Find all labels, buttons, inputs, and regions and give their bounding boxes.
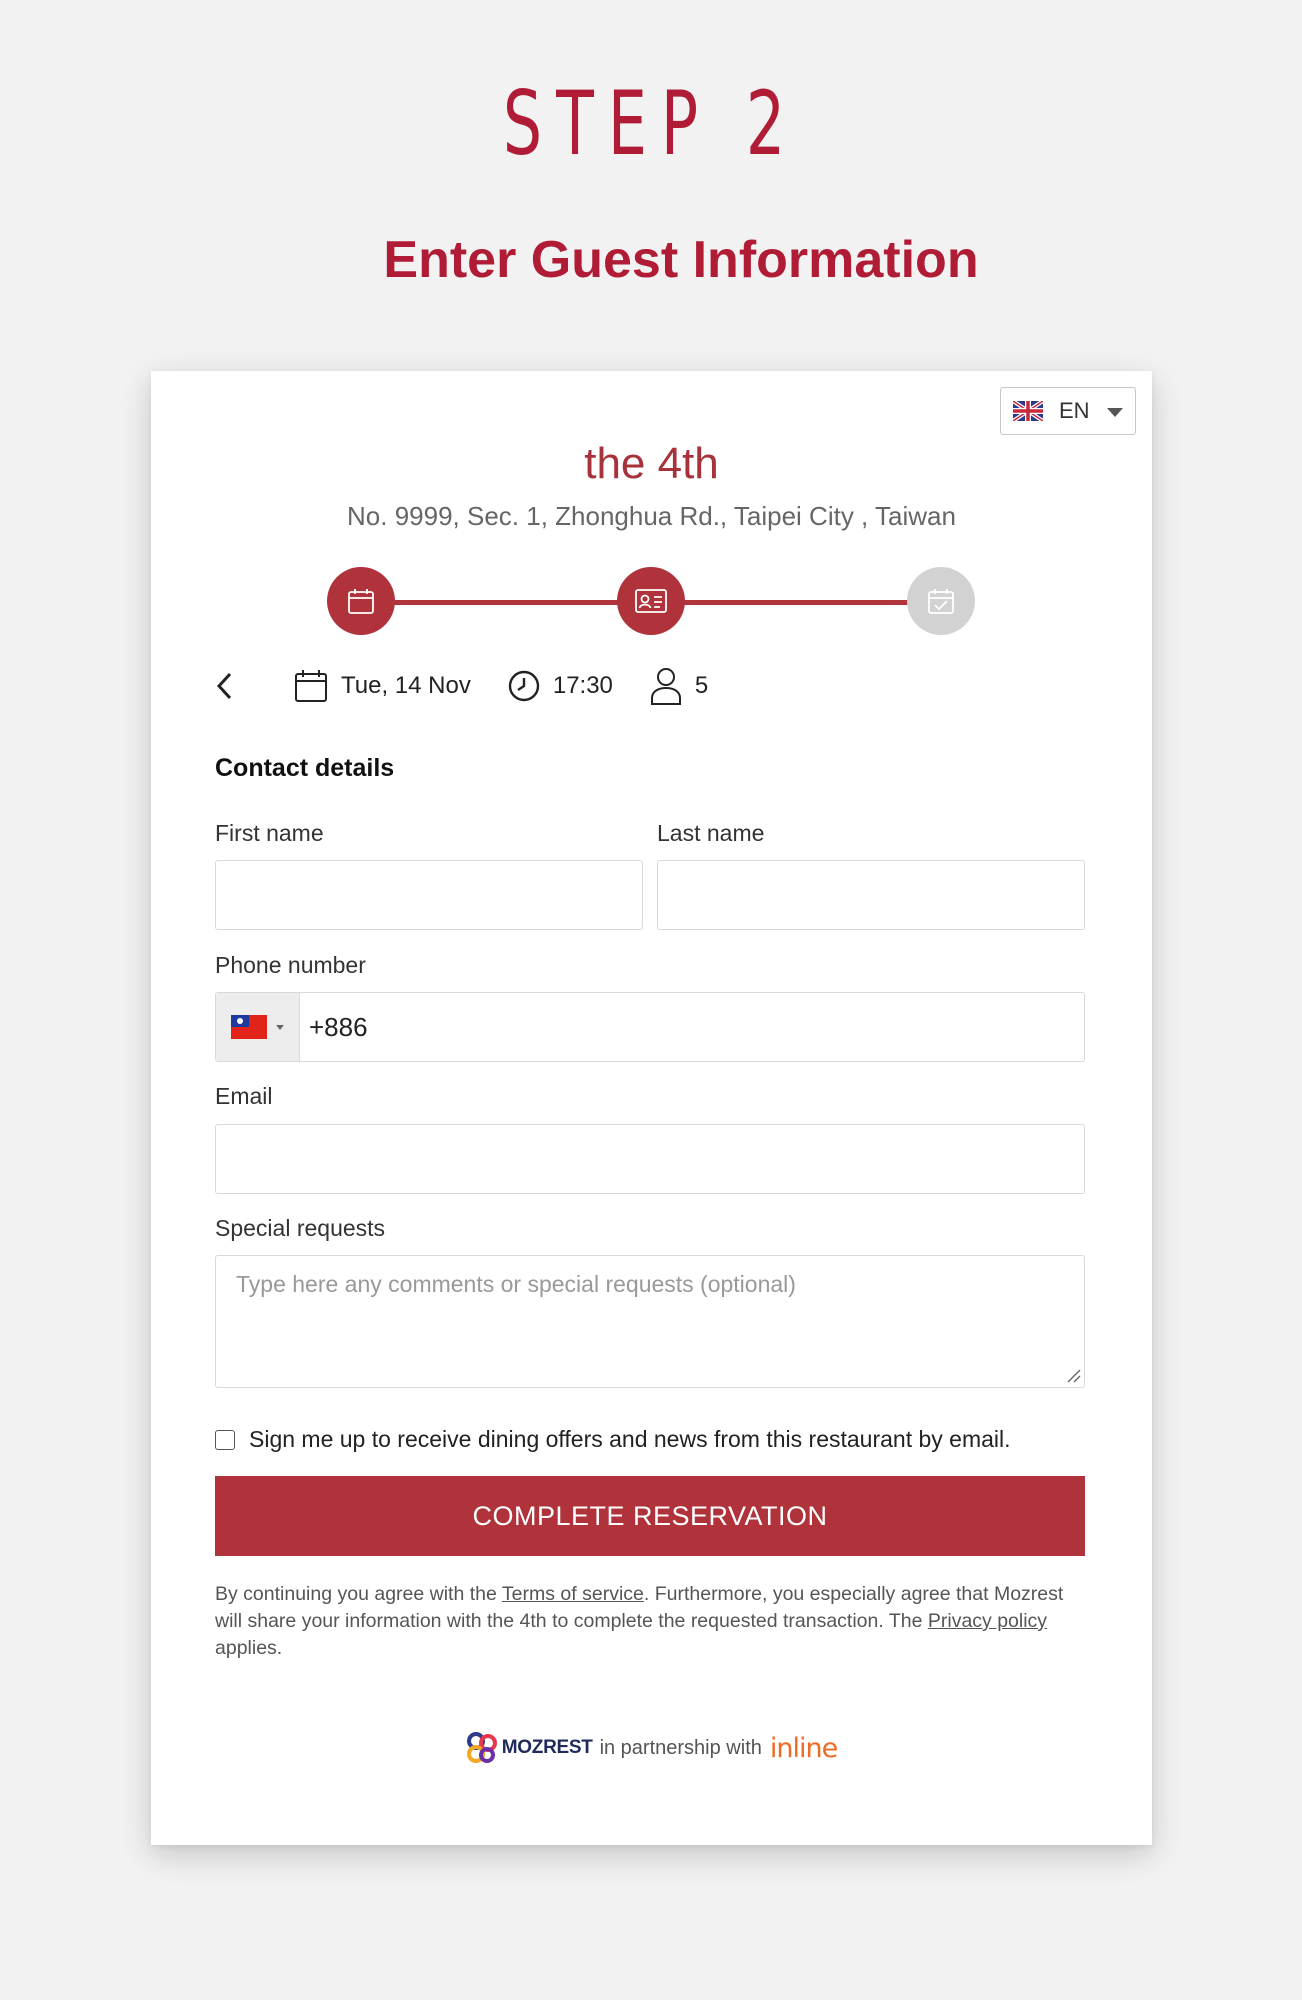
legal-text-1: By continuing you agree with the — [215, 1583, 502, 1605]
progress-connector — [393, 600, 619, 605]
clock-icon — [508, 670, 540, 702]
inline-brand: inline — [769, 1732, 838, 1764]
first-name-label: First name — [215, 820, 324, 846]
booking-date-text: Tue, 14 Nov — [341, 672, 471, 699]
last-name-label: Last name — [657, 820, 765, 846]
booking-summary: Tue, 14 Nov 17:30 5 — [215, 661, 815, 711]
mozrest-logo-icon — [466, 1732, 497, 1763]
chevron-left-icon — [216, 672, 232, 700]
email-input[interactable] — [215, 1124, 1085, 1194]
calendar-check-icon — [928, 589, 954, 614]
chevron-down-icon — [1107, 408, 1123, 417]
progress-step-guest-info[interactable] — [617, 567, 685, 635]
special-requests-input[interactable] — [215, 1255, 1085, 1388]
calendar-icon — [348, 589, 374, 614]
booking-time: 17:30 — [507, 669, 613, 703]
reservation-card: EN the 4th No. 9999, Sec. 1, Zhonghua Rd… — [151, 371, 1152, 1845]
last-name-input[interactable] — [657, 860, 1085, 930]
newsletter-label: Sign me up to receive dining offers and … — [249, 1426, 1011, 1452]
partnership-text: in partnership with — [599, 1736, 762, 1759]
privacy-policy-link[interactable]: Privacy policy — [928, 1610, 1047, 1632]
booking-date: Tue, 14 Nov — [293, 668, 471, 704]
complete-reservation-button[interactable]: COMPLETE RESERVATION — [215, 1476, 1085, 1556]
calendar-icon — [295, 670, 327, 702]
progress-step-date[interactable] — [327, 567, 395, 635]
back-button[interactable] — [215, 666, 245, 706]
page-subtitle: Enter Guest Information — [383, 231, 979, 289]
resize-handle-icon[interactable] — [1065, 1367, 1081, 1383]
phone-label: Phone number — [215, 952, 366, 978]
step-heading: STEP 2 — [502, 72, 800, 175]
phone-field — [215, 992, 1085, 1062]
progress-step-confirm — [907, 567, 975, 635]
country-code-selector[interactable] — [216, 993, 300, 1061]
legal-notice: By continuing you agree with the Terms o… — [215, 1581, 1095, 1662]
person-icon — [650, 668, 681, 705]
booking-time-text: 17:30 — [552, 672, 613, 699]
language-selector[interactable]: EN — [1000, 387, 1136, 435]
legal-text-3: applies. — [215, 1637, 283, 1659]
booking-progress — [327, 567, 975, 637]
newsletter-checkbox[interactable] — [215, 1429, 235, 1450]
taiwan-flag-icon — [231, 1015, 267, 1039]
language-code: EN — [1059, 398, 1090, 423]
caret-down-icon — [276, 1024, 284, 1030]
terms-of-service-link[interactable]: Terms of service — [502, 1583, 644, 1605]
mozrest-brand: MOZREST — [501, 1737, 593, 1758]
first-name-input[interactable] — [215, 860, 643, 930]
newsletter-optin: Sign me up to receive dining offers and … — [215, 1426, 1011, 1453]
email-label: Email — [215, 1083, 273, 1109]
restaurant-name: the 4th — [584, 439, 719, 488]
booking-guests: 5 — [649, 666, 708, 706]
contact-card-icon — [635, 589, 667, 613]
progress-connector — [683, 600, 909, 605]
contact-details-heading: Contact details — [215, 754, 395, 782]
phone-input[interactable] — [301, 993, 1084, 1061]
restaurant-address: No. 9999, Sec. 1, Zhonghua Rd., Taipei C… — [347, 501, 956, 531]
booking-guests-text: 5 — [694, 672, 709, 699]
uk-flag-icon — [1013, 401, 1043, 421]
special-requests-label: Special requests — [215, 1215, 386, 1241]
footer-branding: MOZREST in partnership with inline — [151, 1731, 1152, 1765]
